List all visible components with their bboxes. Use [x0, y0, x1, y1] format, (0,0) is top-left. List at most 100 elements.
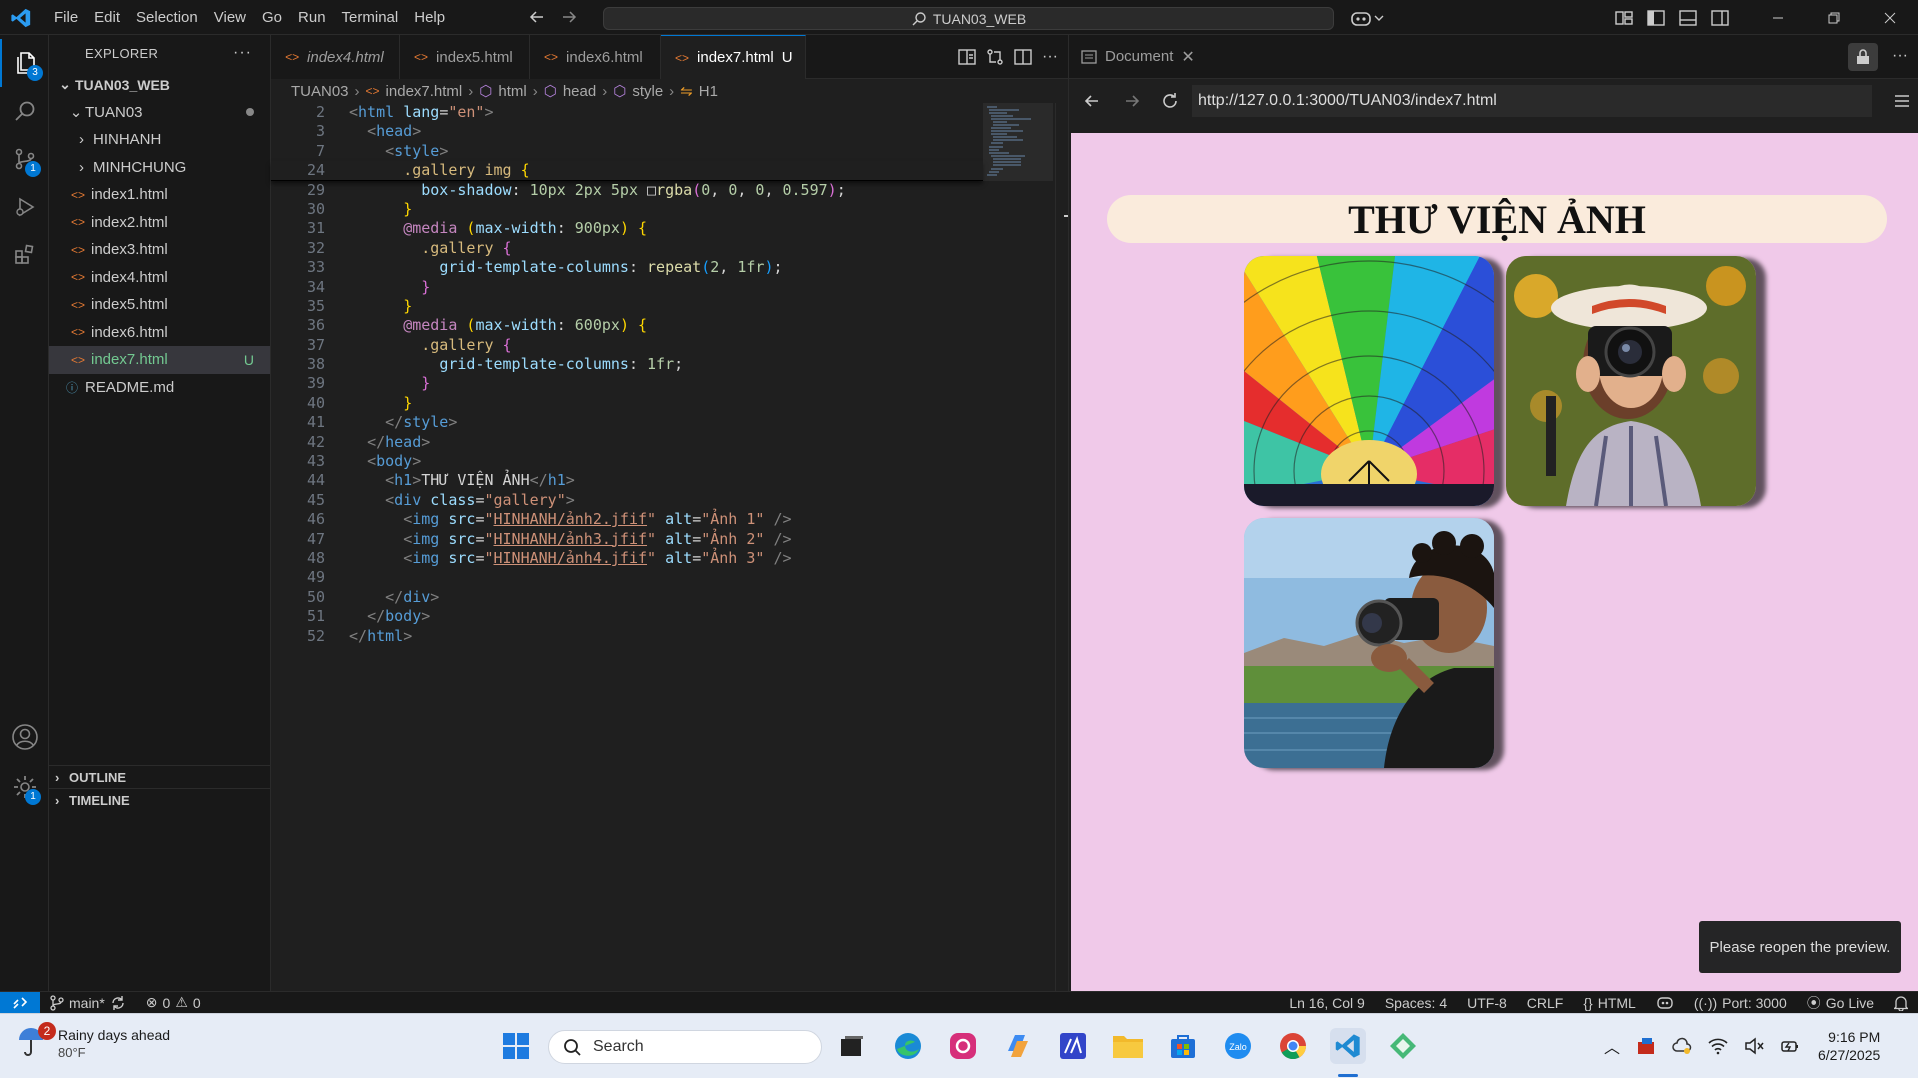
tree-item-readme[interactable]: ⓘ README.md	[49, 374, 270, 402]
folder-tuan03[interactable]: ⌄ TUAN03	[49, 99, 270, 127]
sync-icon[interactable]	[110, 995, 126, 1011]
breadcrumb-file[interactable]: index7.html	[386, 83, 463, 100]
explorer-activity[interactable]: 3	[0, 39, 49, 87]
restore-icon[interactable]	[1828, 12, 1840, 24]
problems-indicator[interactable]: ⊗ 0 ⚠ 0	[136, 994, 211, 1011]
code-line[interactable]: 44 <h1>THƯ VIỆN ẢNH</h1>	[271, 471, 983, 490]
more-actions-icon[interactable]: ···	[1042, 48, 1058, 66]
chrome-app[interactable]	[1275, 1028, 1311, 1064]
close-icon[interactable]: ✕	[1181, 47, 1194, 67]
code-line[interactable]: 32 .gallery {	[271, 239, 983, 258]
menu-selection[interactable]: Selection	[128, 0, 206, 35]
run-debug-activity[interactable]	[0, 183, 49, 231]
copilot-menu[interactable]	[1350, 8, 1384, 28]
end-of-line[interactable]: CRLF	[1517, 995, 1574, 1011]
menu-terminal[interactable]: Terminal	[334, 0, 407, 35]
tab-index4[interactable]: <> index4.html	[271, 35, 400, 79]
editor-scrollbar[interactable]	[1055, 103, 1078, 991]
file-explorer-app[interactable]	[1110, 1028, 1146, 1064]
menu-view[interactable]: View	[206, 0, 254, 35]
tree-item-index5[interactable]: <> index5.html	[49, 291, 270, 319]
more-actions-icon[interactable]: ···	[233, 44, 252, 62]
clock[interactable]: 9:16 PM 6/27/2025	[1818, 1028, 1880, 1064]
code-line[interactable]: 36 @media (max-width: 600px) {	[271, 316, 983, 335]
tree-item-hinhanh[interactable]: › HINHANH	[49, 126, 270, 154]
menu-go[interactable]: Go	[254, 0, 290, 35]
refresh-icon[interactable]	[1161, 92, 1179, 110]
code-line[interactable]: 3 <head>	[271, 122, 983, 141]
menu-help[interactable]: Help	[406, 0, 453, 35]
indentation[interactable]: Spaces: 4	[1375, 995, 1457, 1011]
code-line[interactable]: 33 grid-template-columns: repeat(2, 1fr)…	[271, 258, 983, 277]
accounts-activity[interactable]	[0, 713, 49, 761]
code-line[interactable]: 45 <div class="gallery">	[271, 491, 983, 510]
cloud-status-icon[interactable]	[1672, 1036, 1692, 1056]
breadcrumb-h1[interactable]: H1	[699, 83, 718, 100]
minimize-icon[interactable]	[1772, 12, 1784, 24]
tree-item-minhchung[interactable]: › MINHCHUNG	[49, 154, 270, 182]
code-line[interactable]: 31 @media (max-width: 900px) {	[271, 219, 983, 238]
source-control-activity[interactable]: 1	[0, 135, 49, 183]
search-activity[interactable]	[0, 87, 49, 135]
wifi-icon[interactable]	[1708, 1037, 1728, 1055]
code-line[interactable]: 41 </style>	[271, 413, 983, 432]
breadcrumb-head[interactable]: head	[563, 83, 596, 100]
customize-layout-icon[interactable]	[1615, 10, 1633, 26]
gemini-app[interactable]	[1385, 1028, 1421, 1064]
code-line[interactable]: 52 </html>	[271, 627, 983, 646]
split-editor-icon[interactable]	[1014, 48, 1032, 66]
tab-document[interactable]: Document ✕	[1069, 35, 1207, 79]
code-line[interactable]: 35 }	[271, 297, 983, 316]
close-icon[interactable]	[1884, 12, 1896, 24]
code-editor[interactable]: 2 <html lang="en"> 3 <head> 7 <style> 24 .ga…	[271, 103, 983, 646]
compare-changes-icon[interactable]	[986, 48, 1004, 66]
code-line[interactable]: 24 .gallery img {	[271, 161, 983, 181]
code-line[interactable]: 30 }	[271, 200, 983, 219]
language-mode[interactable]: {} HTML	[1573, 995, 1645, 1011]
code-line[interactable]: 39 }	[271, 374, 983, 393]
math-app[interactable]	[1055, 1028, 1091, 1064]
instagram-app[interactable]	[945, 1028, 981, 1064]
code-line[interactable]: 47 <img src="HINHANH/ảnh3.jfif" alt="Ảnh…	[271, 530, 983, 549]
task-view-button[interactable]	[834, 1028, 870, 1064]
tree-item-index2[interactable]: <> index2.html	[49, 209, 270, 237]
breadcrumb-style[interactable]: style	[632, 83, 663, 100]
branch-indicator[interactable]: main*	[40, 995, 136, 1011]
code-line[interactable]: 49	[271, 568, 983, 587]
notifications[interactable]	[1884, 995, 1918, 1011]
forward-arrow-icon[interactable]	[560, 8, 578, 26]
chevron-up-icon[interactable]: ︿	[1604, 1034, 1620, 1058]
code-line[interactable]: 50 </div>	[271, 588, 983, 607]
tray-app-icon[interactable]	[1636, 1036, 1656, 1056]
cursor-position[interactable]: Ln 16, Col 9	[1279, 995, 1375, 1011]
tree-item-index3[interactable]: <> index3.html	[49, 236, 270, 264]
code-line[interactable]: 51 </body>	[271, 607, 983, 626]
timeline-section[interactable]: › TIMELINE	[49, 788, 271, 812]
store-app[interactable]	[1165, 1028, 1201, 1064]
tab-index5[interactable]: <> index5.html	[400, 35, 530, 79]
menu-run[interactable]: Run	[290, 0, 334, 35]
tree-item-index6[interactable]: <> index6.html	[49, 319, 270, 347]
go-live-button[interactable]: ⦿ Go Live	[1797, 993, 1884, 1013]
code-line[interactable]: 37 .gallery {	[271, 336, 983, 355]
minimap[interactable]	[983, 103, 1053, 223]
command-center[interactable]: TUAN03_WEB	[603, 7, 1334, 30]
back-arrow-icon[interactable]	[528, 8, 546, 26]
code-line[interactable]: 38 grid-template-columns: 1fr;	[271, 355, 983, 374]
code-line[interactable]: 46 <img src="HINHANH/ảnh2.jfif" alt="Ảnh…	[271, 510, 983, 529]
toggle-secondary-sidebar-icon[interactable]	[1711, 9, 1729, 26]
code-line[interactable]: 43 <body>	[271, 452, 983, 471]
url-input[interactable]: http://127.0.0.1:3000/TUAN03/index7.html	[1192, 85, 1872, 117]
start-button[interactable]	[498, 1028, 534, 1064]
battery-icon[interactable]	[1780, 1037, 1800, 1055]
code-line[interactable]: 42 </head>	[271, 433, 983, 452]
breadcrumb-folder[interactable]: TUAN03	[291, 83, 349, 100]
speaker-muted-icon[interactable]	[1744, 1037, 1764, 1055]
extensions-activity[interactable]	[0, 231, 49, 279]
copilot-status[interactable]	[1646, 995, 1684, 1011]
more-actions-icon[interactable]: ···	[1892, 47, 1908, 65]
edge-app[interactable]	[890, 1028, 926, 1064]
code-line[interactable]: 40 }	[271, 394, 983, 413]
taskbar-search[interactable]: Search	[548, 1030, 822, 1064]
remote-indicator[interactable]	[0, 991, 40, 1014]
